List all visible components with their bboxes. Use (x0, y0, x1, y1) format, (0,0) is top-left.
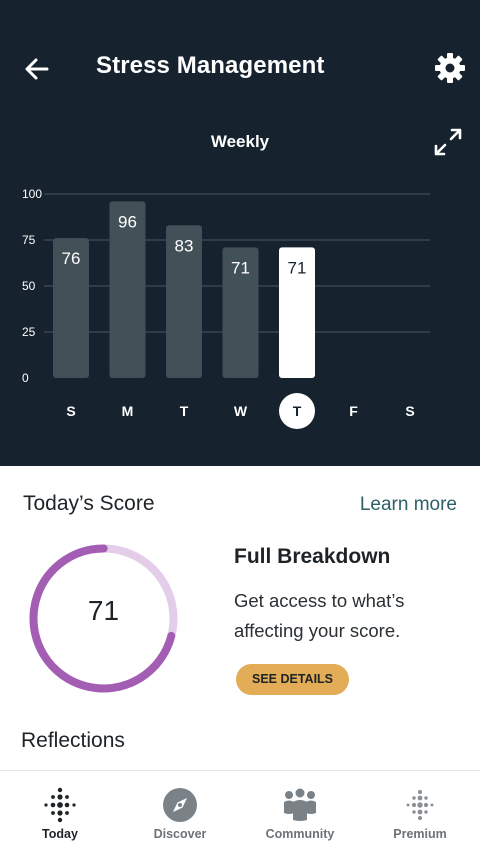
score-value: 71 (87, 595, 120, 626)
full-breakdown-title: Full Breakdown (234, 545, 391, 568)
y-tick-label: 75 (22, 233, 36, 247)
learn-more-link[interactable]: Learn more (360, 494, 457, 516)
todays-score-title: Today’s Score (23, 492, 155, 515)
nav-label-premium: Premium (393, 827, 447, 841)
nav-item-premium[interactable]: Premium (360, 771, 480, 853)
compass-icon (163, 788, 197, 822)
bar-value-label: 83 (175, 236, 194, 255)
x-tick-label: W (234, 403, 248, 419)
bar-value-label: 76 (62, 249, 81, 268)
full-breakdown-description: Get access to what’s affecting your scor… (234, 590, 405, 641)
nav-label-community: Community (265, 827, 335, 841)
x-tick-label: M (122, 403, 134, 419)
reflections-title: Reflections (21, 729, 125, 752)
x-tick-label: S (405, 403, 414, 419)
bar-value-label: 96 (118, 212, 137, 231)
gear-icon[interactable] (434, 52, 466, 84)
x-tick-label: S (66, 403, 75, 419)
x-tick-label: T (180, 403, 189, 419)
y-tick-label: 50 (22, 279, 36, 293)
back-arrow-icon[interactable] (22, 54, 52, 84)
see-details-button[interactable]: SEE DETAILS (236, 664, 349, 695)
x-tick-label: F (349, 403, 358, 419)
expand-icon[interactable] (432, 126, 464, 158)
bottom-nav: Today Discover Community Premium (0, 770, 480, 853)
nav-label-today: Today (42, 827, 78, 841)
y-tick-label: 100 (22, 187, 42, 201)
bar-value-label: 71 (231, 258, 250, 277)
nav-label-discover: Discover (153, 827, 207, 841)
page-title: Stress Management (96, 52, 325, 79)
nav-item-today[interactable]: Today (0, 771, 120, 853)
period-label: Weekly (210, 132, 270, 151)
x-tick-label: T (293, 403, 302, 419)
fitbit-dots-icon (44, 787, 76, 823)
bar-value-label: 71 (288, 258, 307, 277)
y-tick-label: 0 (22, 371, 29, 385)
nav-item-community[interactable]: Community (240, 771, 360, 853)
header: Stress Management Weekly 0 25 50 75 100 76 S 96… (0, 0, 480, 466)
weekly-stress-chart: 0 25 50 75 100 76 S 96 M 83 T 71 W 71 T F S (22, 187, 430, 429)
nav-item-discover[interactable]: Discover (120, 771, 240, 853)
community-icon (284, 788, 316, 821)
y-tick-label: 25 (22, 325, 36, 339)
premium-dots-icon (406, 790, 434, 820)
